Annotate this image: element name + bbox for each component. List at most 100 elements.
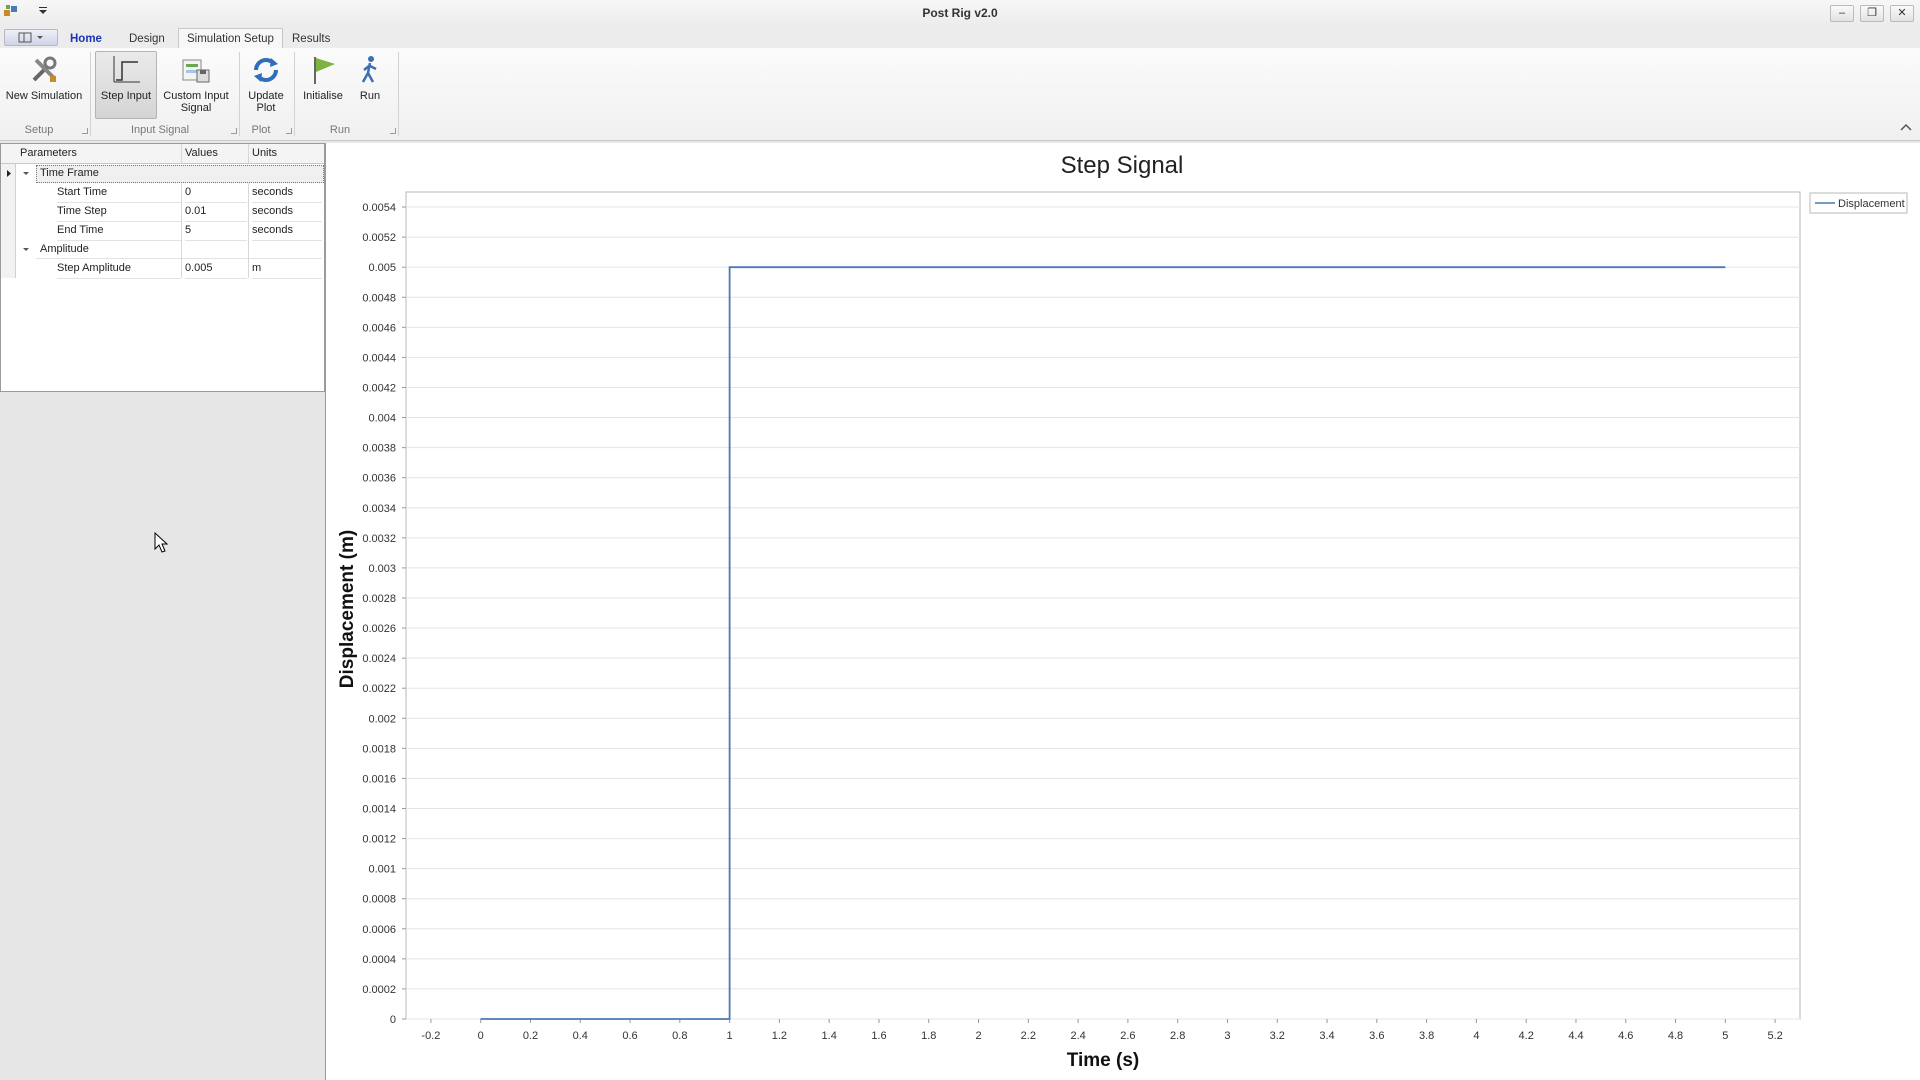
custom-input-label-line2: Signal	[180, 102, 212, 114]
x-tick-label: -0.2	[421, 1030, 440, 1042]
minimize-button[interactable]: –	[1830, 5, 1854, 22]
x-tick-label: 4.6	[1618, 1030, 1633, 1042]
update-plot-label-line1: Update	[248, 90, 284, 102]
x-tick-label: 0	[478, 1030, 484, 1042]
input-signal-group-launcher[interactable]	[231, 128, 237, 134]
run-person-icon	[350, 52, 390, 88]
run-button[interactable]: Run	[350, 52, 390, 102]
y-tick-label: 0.0008	[362, 894, 396, 906]
x-tick-label: 0.8	[672, 1030, 687, 1042]
param-value[interactable]: 0.005	[185, 259, 247, 279]
y-tick-label: 0	[390, 1014, 396, 1026]
initialise-label: Initialise	[303, 90, 343, 102]
param-value[interactable]: 0.01	[185, 202, 247, 222]
category-row-amplitude[interactable]: Amplitude	[1, 240, 324, 259]
tab-design[interactable]: Design	[121, 30, 173, 48]
step-input-button[interactable]: Step Input	[95, 51, 157, 119]
x-tick-label: 1.8	[921, 1030, 936, 1042]
param-row-start-time[interactable]: Start Time 0 seconds	[1, 183, 324, 203]
x-tick-label: 0.2	[523, 1030, 538, 1042]
y-tick-label: 0.0044	[362, 352, 396, 364]
y-axis-title: Displacement (m)	[337, 530, 358, 688]
x-tick-label: 3.2	[1270, 1030, 1285, 1042]
param-row-step-amplitude[interactable]: Step Amplitude 0.005 m	[1, 259, 324, 279]
y-tick-label: 0.0004	[362, 954, 396, 966]
collapse-ribbon-icon[interactable]	[1900, 122, 1912, 135]
tab-simulation-setup[interactable]: Simulation Setup	[178, 28, 283, 49]
y-tick-label: 0.0042	[362, 382, 396, 394]
y-tick-label: 0.0018	[362, 743, 396, 755]
update-plot-button[interactable]: Update Plot	[243, 52, 289, 114]
title-bar: Post Rig v2.0 – ❐ ✕	[0, 0, 1920, 26]
param-row-time-step[interactable]: Time Step 0.01 seconds	[1, 202, 324, 222]
chart-title: Step Signal	[1061, 152, 1184, 179]
x-tick-label: 3.8	[1419, 1030, 1434, 1042]
x-tick-label: 2	[975, 1030, 981, 1042]
ribbon: New Simulation Step Input Custom Input S…	[0, 48, 1920, 141]
tools-icon	[24, 52, 64, 88]
y-tick-label: 0.004	[368, 413, 396, 425]
step-signal-chart: Step Signal 0 0.0002 0.0004 0.0006 0.0008 0.0…	[337, 152, 1908, 1071]
x-tick-label: 4.4	[1568, 1030, 1583, 1042]
header-values[interactable]: Values	[185, 144, 245, 163]
category-label: Amplitude	[40, 243, 89, 255]
group-label-input-signal: Input Signal	[130, 124, 190, 136]
setup-group-launcher[interactable]	[82, 128, 88, 134]
grid-header: Parameters Values Units	[1, 144, 324, 164]
y-tick-label: 0.0052	[362, 232, 396, 244]
y-tick-label: 0.0046	[362, 322, 396, 334]
header-units[interactable]: Units	[252, 144, 322, 163]
group-separator	[239, 52, 240, 136]
refresh-icon	[246, 52, 286, 88]
run-label: Run	[359, 90, 381, 102]
category-row-time-frame[interactable]: Time Frame	[1, 164, 324, 183]
x-tick-label: 1	[727, 1030, 733, 1042]
plot-group-launcher[interactable]	[286, 128, 292, 134]
param-row-end-time[interactable]: End Time 5 seconds	[1, 221, 324, 241]
x-tick-label: 1.2	[772, 1030, 787, 1042]
x-tick-label: 3	[1224, 1030, 1230, 1042]
y-tick-label: 0.0026	[362, 623, 396, 635]
param-name: Start Time	[57, 183, 181, 203]
tab-home[interactable]: Home	[62, 30, 110, 48]
y-tick-labels: 0 0.0002 0.0004 0.0006 0.0008 0.001 0.0012 0.00…	[362, 202, 396, 1026]
x-tick-label: 0.4	[573, 1030, 588, 1042]
restore-button[interactable]: ❐	[1860, 5, 1884, 22]
y-tick-label: 0.001	[368, 864, 396, 876]
group-separator	[398, 52, 399, 136]
y-tick-label: 0.005	[368, 262, 396, 274]
application-menu-button[interactable]	[4, 29, 58, 46]
y-tick-label: 0.0028	[362, 593, 396, 605]
row-header[interactable]	[1, 164, 16, 183]
tab-results[interactable]: Results	[284, 30, 338, 48]
param-value[interactable]: 0	[185, 183, 247, 203]
y-tick-label: 0.0048	[362, 292, 396, 304]
new-simulation-label: New Simulation	[5, 90, 83, 102]
custom-input-signal-button[interactable]: Custom Input Signal	[160, 52, 232, 114]
param-unit: seconds	[252, 183, 322, 203]
y-tick-label: 0.0036	[362, 473, 396, 485]
header-parameters[interactable]: Parameters	[20, 144, 180, 163]
y-tick-label: 0.0024	[362, 653, 396, 665]
ribbon-tabs: Home Design Simulation Setup Results	[0, 26, 1920, 49]
param-unit: seconds	[252, 202, 322, 222]
param-name: End Time	[57, 221, 181, 241]
new-simulation-button[interactable]: New Simulation	[4, 52, 84, 102]
x-tick-label: 1.4	[822, 1030, 837, 1042]
param-value[interactable]: 5	[185, 221, 247, 241]
close-button[interactable]: ✕	[1890, 5, 1914, 22]
y-tick-label: 0.0016	[362, 773, 396, 785]
run-group-launcher[interactable]	[390, 128, 396, 134]
current-row-indicator-icon	[7, 170, 11, 177]
initialise-button[interactable]: Initialise	[298, 52, 348, 102]
update-plot-label-line2: Plot	[256, 102, 276, 114]
chart-legend[interactable]: Displacement	[1809, 192, 1908, 214]
plot-area	[405, 191, 1801, 1020]
x-tick-label: 2.4	[1070, 1030, 1085, 1042]
x-tick-label: 2.8	[1170, 1030, 1185, 1042]
x-tick-labels: -0.2 0 0.2 0.4 0.6 0.8 1 1.2 1.4 1.6 1.8 2 2.2 2.4 2.6…	[421, 1030, 1782, 1042]
group-separator	[294, 52, 295, 136]
x-tick-label: 3.6	[1369, 1030, 1384, 1042]
y-tick-label: 0.0022	[362, 683, 396, 695]
parameter-grid: Parameters Values Units Time Frame Start…	[0, 143, 325, 392]
